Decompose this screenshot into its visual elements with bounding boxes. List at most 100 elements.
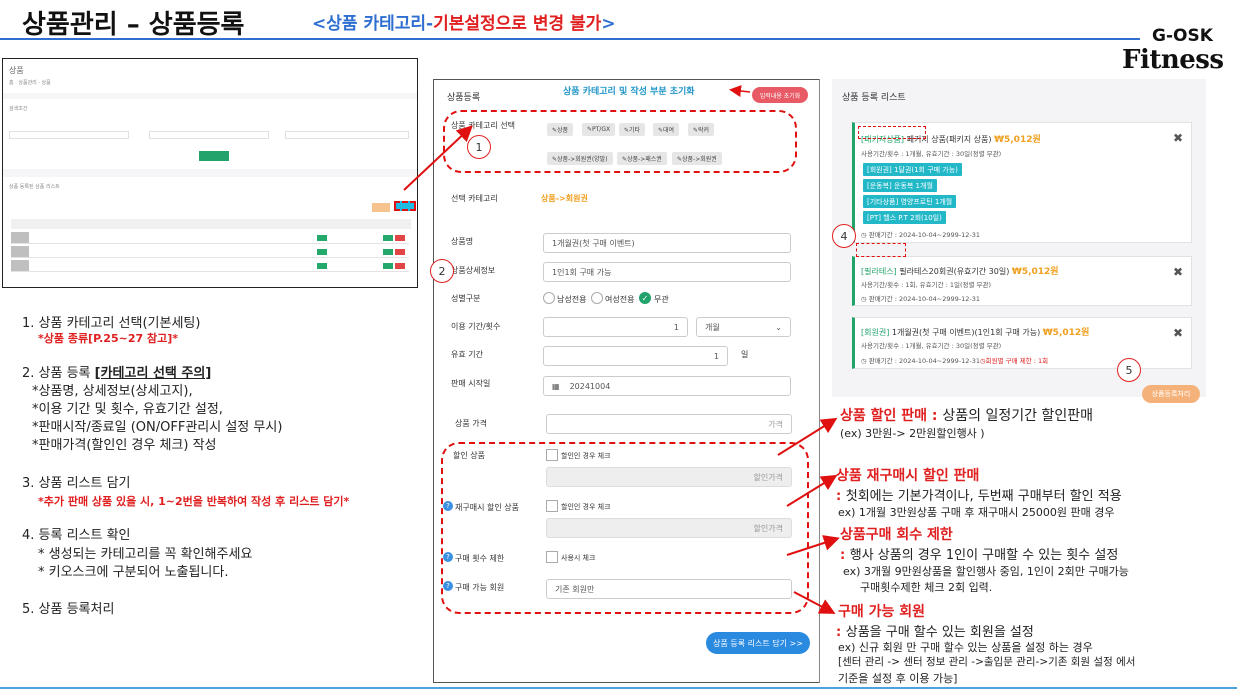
annotation-repurchase-colon: : [836,489,846,504]
thumb-table-row [11,246,409,258]
start-date-value: 20241004 [569,381,611,391]
annotation-member-title: 구매 가능 회원 [838,604,926,620]
close-icon[interactable]: ✖ [1173,131,1183,145]
card-3-name: 1개월권(첫 구매 이벤트)(1인1회 구매 가능) [889,328,1041,337]
note-step-1-ref: *상품 종류[P.25~27 참고]* [38,332,178,345]
step-circle-4: 4 [832,224,856,248]
thumb-list-label: 상품 등록된 상품 리스트 [9,184,60,190]
thumb-register-button [394,201,416,211]
annotation-member-desc: 상품을 구매 할수 있는 회원을 설정 [845,625,1034,640]
start-label: 판매 시작일 [451,379,491,388]
note-step-2-line-3: *판매시작/종료일 (ON/OFF관리시 설정 무시) [32,420,283,435]
valid-input[interactable]: 1 [543,346,728,366]
card-2-period: ◷ 판매기간 : 2024-10-04~2999-12-31 [861,295,980,303]
note-step-1: 1. 상품 카테고리 선택(기본세팅) [22,316,201,331]
annotation-discount: 상품 할인 판매 : 상품의 일정기간 할인판매 [840,405,1093,425]
card-3-period-value: ◷ 판매기간 : 2024-10-04~2999-12-31 [861,357,980,365]
add-to-list-button[interactable]: 상품 등록 리스트 담기 >> [706,632,810,654]
annotation-limit-colon: : [840,548,850,563]
gender-radio-female[interactable] [591,292,603,304]
annotation-limit-title: 상품구매 회수 제한 [840,527,953,543]
period-input[interactable]: 1 [543,317,688,337]
note-step-5: 5. 상품 등록처리 [22,602,115,617]
card-2-price: ₩5,012원 [1011,267,1059,277]
step-circle-5: 5 [1117,358,1141,382]
card-2-name: 필라테스20회권(유효기간 30일) [896,267,1010,276]
note-step-4-line-1: * 생성되는 카테고리를 꼭 확인해주세요 [38,547,253,562]
price-input[interactable]: 가격 [546,414,792,434]
annotation-member-colon: : [836,625,846,640]
thumb-search-label: 검색조건 [9,106,28,112]
discount-highlight-box [441,442,809,614]
gender-option-female: 여성전용 [605,295,635,304]
thumb-filter-3 [285,131,409,139]
card-1-sub-2: [운동복] 운동복 1개월 [863,179,937,192]
thumb-search-button [199,151,229,161]
product-detail-input[interactable]: 1인1회 구매 가능 [543,262,791,282]
card-1-category-highlight [858,126,926,139]
thumb-excel-button [372,203,390,212]
note-step-2: 2. 상품 등록 [카테고리 선택 주의] [22,362,211,381]
card-3-meta: 사용기간/횟수 : 1개월, 유효기간 : 30일(정렬 무관) [861,342,1002,350]
annotation-member-example-2: [센터 관리 -> 센터 정보 관리 ->출입문 관리->기존 회원 설정 에서 [838,656,1136,668]
price-label: 상품 가격 [455,419,487,428]
step-circle-1: 1 [467,135,491,159]
annotation-member: : 상품을 구매 할수 있는 회원을 설정 [836,621,1034,640]
product-name-input[interactable]: 1개월권(첫 구매 이벤트) [543,233,791,253]
period-unit-select[interactable]: 개월 ⌄ [696,317,791,337]
annotation-repurchase-example: ex) 1개월 3만원상품 구매 후 재구매시 25000원 판매 경우 [838,506,1115,519]
card-1-sub-4: [PT] 헬스 P.T 2회(10일) [863,211,946,224]
card-2-tag: [필라테스] [861,267,897,276]
list-card-3: [회원권] 1개월권(첫 구매 이벤트)(1인1회 구매 가능) ₩5,012원… [852,317,1192,369]
note-step-4: 4. 등록 리스트 확인 [22,528,131,543]
annotation-limit-example-2: 구매횟수제한 체크 2회 입력. [860,581,993,594]
thumb-table-row [11,260,409,272]
form-title: 상품등록 [447,93,481,103]
card-3-period: ◷ 판매기간 : 2024-10-04~2999-12-31◷회원별 구매 제한… [861,355,1048,365]
card-1-meta: 사용기간/횟수 : 1개월, 유효기간 : 30일(정렬 무관) [861,150,1002,158]
note-step-2-prefix: 2. 상품 등록 [22,366,95,381]
selected-category-value: 상품->회원권 [541,194,588,203]
product-detail-label: 상품상세정보 [451,266,496,275]
thumb-breadcrumb: 홈 · 상품관리 · 상품 [9,80,51,86]
subtitle-warning: 기본설정으로 변경 불가 [433,14,602,34]
gender-option-male: 남성전용 [557,295,587,304]
reset-link[interactable]: 상품 카테고리 및 작성 부분 초기화 [563,84,695,97]
category-highlight-box [443,110,797,173]
gender-label: 성별구분 [451,294,481,303]
close-icon[interactable]: ✖ [1173,265,1183,279]
card-3-limit: ◷회원별 구매 제한 : 1회 [979,357,1049,365]
thumb-table-row [11,232,409,244]
thumb-filter-1 [9,131,129,139]
step-circle-2: 2 [430,259,454,283]
period-unit-value: 개월 [705,322,720,332]
product-list-thumbnail: 상품 홈 · 상품관리 · 상품 검색조건 상품 등록된 상품 리스트 [2,58,418,288]
card-1-sub-3: [기타상품] 영양프로틴 1개월 [863,195,957,208]
selected-category-label: 선택 카테고리 [451,194,498,203]
thumb-header [3,59,417,93]
brand-logo-top: G-OSK [1152,26,1213,46]
card-2-category-highlight [856,243,906,257]
card-3-tag: [회원권] [861,328,890,337]
gender-radio-any[interactable]: ✓ [639,292,651,304]
annotation-limit-example-1: ex) 3개월 9만원상품을 할인행사 중임, 1인이 2회만 구매가능 [843,565,1129,578]
note-step-3-hint: *추가 판매 상품 있을 시, 1~2번을 반복하여 작성 후 리스트 담기* [38,495,350,508]
chevron-down-icon: ⌄ [775,322,782,332]
annotation-repurchase-title: 상품 재구매시 할인 판매 [836,468,980,484]
product-name-label: 상품명 [451,237,474,246]
card-2-title: [필라테스] 필라테스20회권(유효기간 30일) ₩5,012원 [861,264,1059,277]
start-date-input[interactable]: ▦ 20241004 [543,376,791,396]
card-1-period: ◷ 판매기간 : 2024-10-04~2999-12-31 [861,231,980,239]
gender-radio-male[interactable] [543,292,555,304]
annotation-discount-example: (ex) 3만원-> 2만원할인행사 ) [840,427,985,440]
card-1-sub-1: [회원권] 1달권(1회 구매 가능) [863,163,962,176]
header-divider [0,38,1140,40]
reset-button[interactable]: 입력내용 초기화 [752,87,808,103]
card-3-title: [회원권] 1개월권(첫 구매 이벤트)(1인1회 구매 가능) ₩5,012원 [861,325,1089,338]
register-products-button[interactable]: 상품등록처리 [1142,385,1200,403]
page-title: 상품관리 – 상품등록 [22,10,245,40]
note-step-2-warning: [카테고리 선택 주의] [94,366,212,381]
list-card-2: [필라테스] 필라테스20회권(유효기간 30일) ₩5,012원 ✖ 사용기간… [852,256,1192,306]
annotation-limit-desc: 행사 상품의 경우 1인이 구매할 수 있는 횟수 설정 [849,548,1119,563]
close-icon[interactable]: ✖ [1173,326,1183,340]
